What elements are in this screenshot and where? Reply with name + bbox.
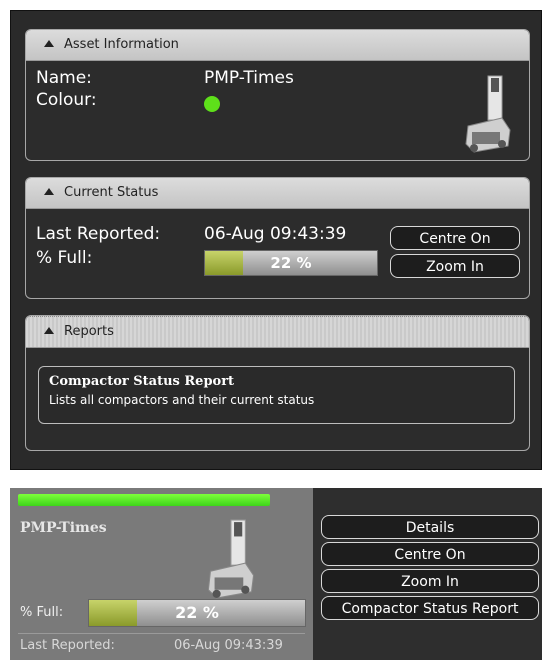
popup-asset-name: PMP-Times: [20, 520, 107, 536]
colour-swatch: [204, 96, 220, 112]
popup-percent-full-label: % Full:: [20, 605, 64, 620]
details-button[interactable]: Details: [321, 515, 539, 539]
reports-title: Reports: [64, 324, 114, 339]
popup-last-reported-value: 06-Aug 09:43:39: [174, 638, 283, 653]
collapse-triangle-icon: [44, 327, 54, 334]
last-reported-value: 06-Aug 09:43:39: [204, 224, 347, 244]
popup-actions-area: Details Centre On Zoom In Compactor Stat…: [313, 488, 542, 660]
percent-full-label: % Full:: [36, 248, 93, 268]
percent-full-bar: 22 %: [204, 250, 378, 276]
current-status-header[interactable]: Current Status: [26, 178, 529, 209]
compactor-status-report-item[interactable]: Compactor Status Report Lists all compac…: [38, 366, 515, 424]
name-label: Name:: [36, 68, 92, 88]
asset-information-title: Asset Information: [64, 37, 179, 52]
current-status-title: Current Status: [64, 185, 159, 200]
compactor-icon: [465, 75, 511, 153]
popup-percent-full-bar: 22 %: [88, 599, 306, 627]
centre-on-button[interactable]: Centre On: [390, 226, 520, 250]
asset-detail-panel: Asset Information Name: PMP-Times Colour…: [10, 10, 542, 470]
asset-information-section: Asset Information Name: PMP-Times Colour…: [25, 29, 530, 161]
asset-popup-panel: PMP-Times % Full: 22 % Last Reported: 06…: [10, 488, 542, 660]
collapse-triangle-icon: [44, 40, 54, 47]
popup-zoom-in-button[interactable]: Zoom In: [321, 569, 539, 593]
zoom-in-button[interactable]: Zoom In: [390, 254, 520, 278]
percent-full-text: 22 %: [270, 254, 312, 272]
reports-header[interactable]: Reports: [26, 316, 529, 348]
name-value: PMP-Times: [204, 68, 294, 88]
compactor-icon: [207, 519, 255, 599]
report-description: Lists all compactors and their current s…: [49, 393, 315, 407]
popup-divider: [18, 633, 305, 634]
popup-info-area: PMP-Times % Full: 22 % Last Reported: 06…: [10, 488, 313, 660]
collapse-triangle-icon: [44, 188, 54, 195]
asset-information-header[interactable]: Asset Information: [26, 30, 529, 61]
colour-label: Colour:: [36, 90, 97, 110]
popup-percent-full-text: 22 %: [175, 603, 219, 622]
popup-compactor-status-report-button[interactable]: Compactor Status Report: [321, 596, 539, 620]
report-title: Compactor Status Report: [49, 374, 235, 389]
popup-centre-on-button[interactable]: Centre On: [321, 542, 539, 566]
status-color-strip: [18, 494, 270, 506]
reports-section: Reports Compactor Status Report Lists al…: [25, 315, 530, 451]
current-status-section: Current Status Last Reported: 06-Aug 09:…: [25, 177, 530, 299]
last-reported-label: Last Reported:: [36, 224, 161, 244]
popup-last-reported-label: Last Reported:: [20, 638, 115, 653]
